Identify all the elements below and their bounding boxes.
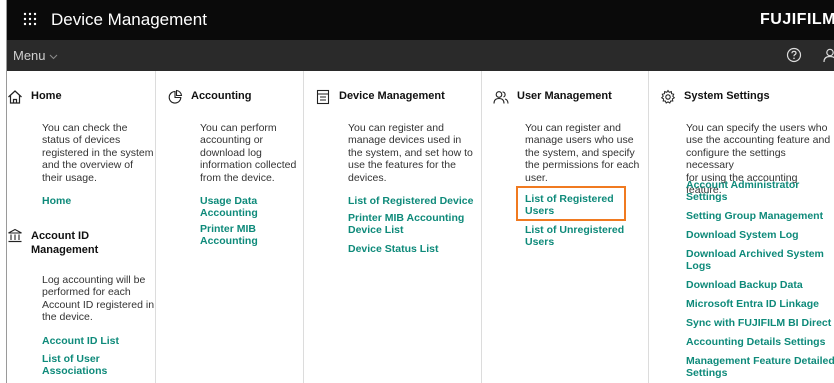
section-description: You can register and manage devices used… [348,122,473,184]
app-header: Device Management FUJIFILM [7,0,834,40]
link-usage-data-accounting[interactable]: Usage Data Accounting [200,195,258,219]
app-grid-icon[interactable] [23,12,37,26]
link-account-administrator-settings[interactable]: Account Administrator Settings [686,179,799,203]
link-download-system-log[interactable]: Download System Log [686,229,799,241]
home-icon [8,90,22,104]
main-content: Home You can check the status of devices… [7,71,834,383]
link-microsoft-entra-id-linkage[interactable]: Microsoft Entra ID Linkage [686,298,819,310]
help-icon[interactable] [786,47,802,63]
column-home: Home You can check the status of devices… [7,71,156,383]
column-accounting: Accounting You can perform accounting or… [156,71,304,383]
section-description: You can check the status of devices regi… [42,122,154,184]
column-user-management: User Management You can register and man… [482,71,649,383]
link-management-feature-detailed-settings[interactable]: Management Feature Detailed Settings [686,355,834,379]
link-printer-mib-accounting[interactable]: Printer MIB Accounting [200,223,258,247]
section-title-line2: Management [31,244,99,256]
link-accounting-details-settings[interactable]: Accounting Details Settings [686,336,825,348]
section-title: System Settings [684,90,770,102]
link-printer-mib-accounting-device-list[interactable]: Printer MIB Accounting Device List [348,212,464,236]
user-icon[interactable] [822,47,834,63]
link-device-status-list[interactable]: Device Status List [348,243,438,255]
link-list-of-registered-device[interactable]: List of Registered Device [348,195,473,207]
link-list-of-user-associations[interactable]: List of User Associations [42,353,107,377]
link-home[interactable]: Home [42,195,71,207]
chevron-down-icon [49,54,57,59]
section-title: Accounting [191,90,252,102]
link-account-id-list[interactable]: Account ID List [42,335,119,347]
link-list-of-unregistered-users[interactable]: List of Unregistered Users [525,224,624,248]
column-device-management: Device Management You can register and m… [304,71,482,383]
link-sync-with-fujifilm-bi-direct[interactable]: Sync with FUJIFILM BI Direct [686,317,831,329]
link-download-backup-data[interactable]: Download Backup Data [686,279,803,291]
brand-logo: FUJIFILM [760,11,834,28]
column-system-settings: System Settings You can specify the user… [649,71,834,383]
app-frame: Device Management FUJIFILM Menu Home You… [6,0,834,383]
section-description: You can perform accounting or download l… [200,122,297,184]
gear-icon [660,89,676,104]
bank-icon [8,228,22,243]
section-title: Device Management [339,90,445,102]
menu-bar: Menu [7,40,834,71]
section-description: You can register and manage users who us… [525,122,640,184]
section-title: User Management [517,90,612,102]
link-download-archived-system-logs[interactable]: Download Archived System Logs [686,248,824,272]
pie-chart-icon [168,89,183,104]
app-title: Device Management [51,10,207,29]
link-setting-group-management[interactable]: Setting Group Management [686,210,823,222]
section-title-line1: Account ID [31,230,90,242]
users-icon [493,91,509,104]
menu-button[interactable]: Menu [13,48,58,63]
link-list-of-registered-users[interactable]: List of Registered Users [525,193,614,217]
device-list-icon [316,89,330,105]
section-description: Log accounting will be performed for eac… [42,274,155,324]
section-title: Home [31,90,62,102]
menu-label: Menu [13,48,46,63]
